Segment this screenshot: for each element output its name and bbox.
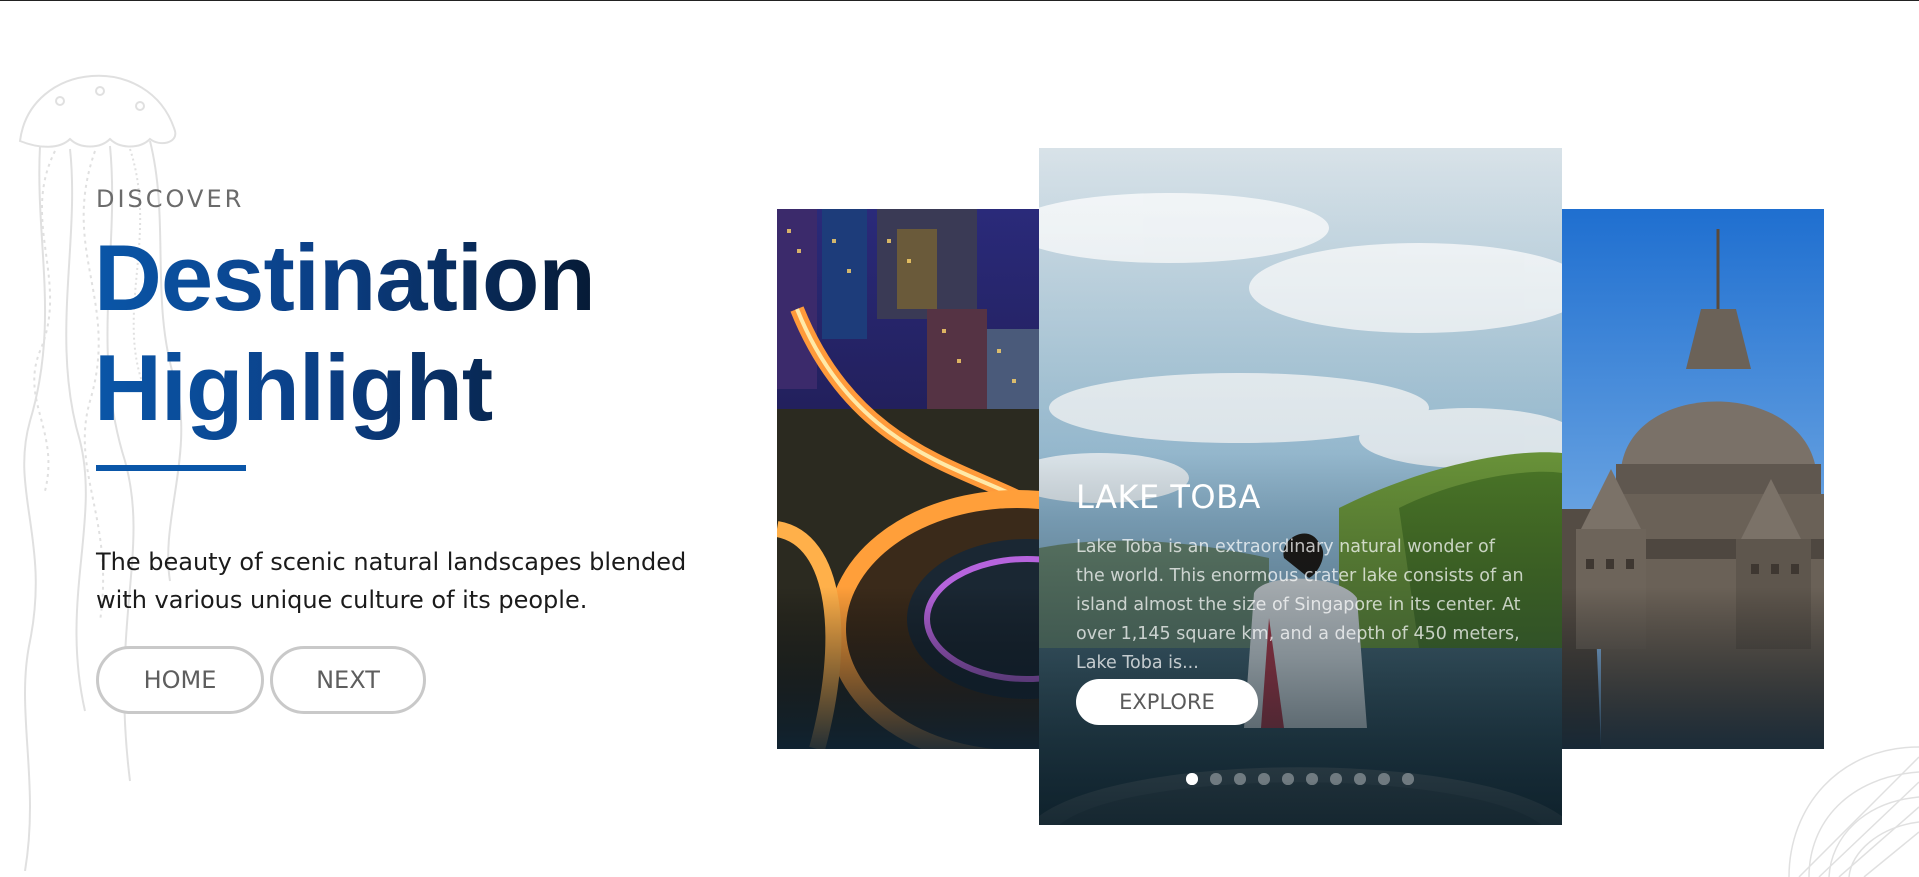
page-title-line-2: Highlight — [94, 335, 493, 440]
carousel-card-previous[interactable] — [777, 209, 1039, 749]
home-button[interactable]: HOME — [96, 646, 264, 714]
page-title-line-1: Destination — [94, 225, 595, 330]
seashell-illustration — [1788, 746, 1919, 877]
pagination-dot-7[interactable] — [1330, 773, 1342, 785]
next-button[interactable]: NEXT — [270, 646, 426, 714]
card-description: Lake Toba is an extraordinary natural wo… — [1076, 537, 1524, 673]
city-night-image — [777, 209, 1039, 749]
carousel-card-next[interactable] — [1561, 209, 1824, 749]
pagination-dot-2[interactable] — [1210, 773, 1222, 785]
carousel-pagination — [1186, 773, 1414, 785]
pagination-dot-5[interactable] — [1282, 773, 1294, 785]
pagination-dot-10[interactable] — [1402, 773, 1414, 785]
temple-stupa-image — [1561, 209, 1824, 749]
jellyfish-illustration — [18, 74, 183, 871]
pagination-dot-6[interactable] — [1306, 773, 1318, 785]
title-underline — [96, 465, 246, 471]
pagination-dot-4[interactable] — [1258, 773, 1270, 785]
carousel-card-active: LAKE TOBA Lake Toba is an extraordinary … — [1039, 148, 1562, 825]
pagination-dot-3[interactable] — [1234, 773, 1246, 785]
eyebrow-label: DISCOVER — [96, 185, 245, 213]
pagination-dot-9[interactable] — [1378, 773, 1390, 785]
card-title: LAKE TOBA — [1076, 478, 1261, 516]
page-title: Destination Highlight — [94, 223, 595, 443]
pagination-dot-1[interactable] — [1186, 773, 1198, 785]
destination-highlight-section: DISCOVER Destination Highlight The beaut… — [0, 0, 1919, 877]
pagination-dot-8[interactable] — [1354, 773, 1366, 785]
explore-button[interactable]: EXPLORE — [1076, 679, 1258, 725]
hero-description: The beauty of scenic natural landscapes … — [96, 548, 687, 614]
